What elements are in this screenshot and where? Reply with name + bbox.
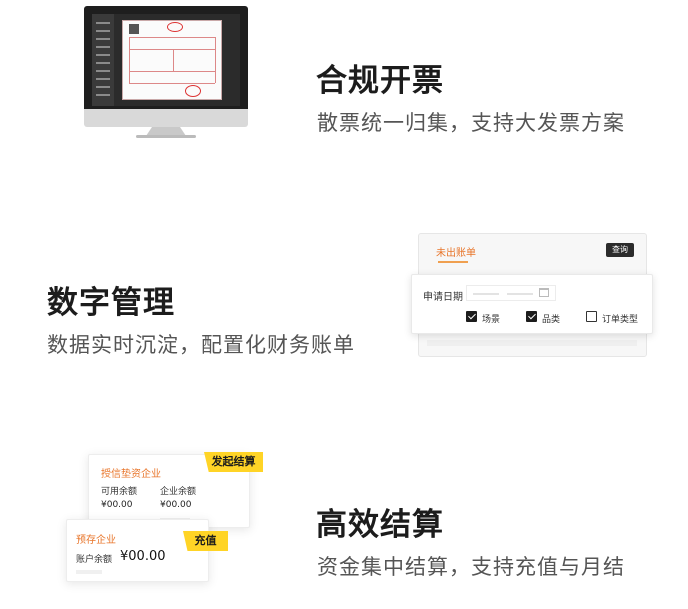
enterprise-balance-label: 企业余额 <box>160 487 197 497</box>
filter-popover <box>411 274 653 334</box>
invoice-paper <box>122 20 222 100</box>
section-subtitle-settlement: 资金集中结算，支持充值与月结 <box>317 555 625 579</box>
invoice-monitor-illustration <box>84 6 248 138</box>
calendar-icon[interactable] <box>539 288 549 297</box>
enterprise-balance-value: ¥00.00 <box>160 500 192 510</box>
initiate-settlement-button[interactable]: 发起结算 <box>204 452 263 472</box>
monitor-base <box>136 135 196 138</box>
checkbox-category-label: 品类 <box>542 315 561 325</box>
checkbox-category[interactable] <box>526 311 537 322</box>
tab-active-indicator <box>438 261 468 263</box>
seal-stamp-icon <box>185 85 201 97</box>
section-subtitle-invoicing: 散票统一归集，支持大发票方案 <box>317 111 625 135</box>
search-button[interactable]: 查询 <box>606 243 634 257</box>
monitor-chin <box>84 109 248 127</box>
monitor-screen <box>92 14 240 106</box>
checkbox-scene-label: 场景 <box>482 315 501 325</box>
checkbox-scene[interactable] <box>466 311 477 322</box>
section-title-settlement: 高效结算 <box>316 507 444 543</box>
bill-panel-footer <box>427 340 637 346</box>
invoice-stamp-icon <box>167 22 183 32</box>
section-title-management: 数字管理 <box>47 285 175 321</box>
available-balance-value: ¥00.00 <box>101 500 133 510</box>
recharge-button[interactable]: 充值 <box>183 531 228 551</box>
account-balance-value: ¥00.00 <box>120 549 166 564</box>
available-balance-label: 可用余额 <box>101 487 138 497</box>
date-label: 申请日期 <box>423 292 463 303</box>
placeholder-bar <box>76 570 102 574</box>
checkbox-order-type[interactable] <box>586 311 597 322</box>
credit-enterprise-title: 授信垫资企业 <box>101 469 161 480</box>
screen-sidebar <box>92 14 114 106</box>
tab-unbilled[interactable]: 未出账单 <box>436 244 476 259</box>
section-title-invoicing: 合规开票 <box>316 63 444 99</box>
checkbox-order-type-label: 订单类型 <box>602 315 639 325</box>
prepaid-enterprise-title: 预存企业 <box>76 535 116 546</box>
account-balance-label: 账户余额 <box>76 555 113 565</box>
section-subtitle-management: 数据实时沉淀，配置化财务账单 <box>47 333 355 357</box>
qr-code-icon <box>129 24 139 34</box>
